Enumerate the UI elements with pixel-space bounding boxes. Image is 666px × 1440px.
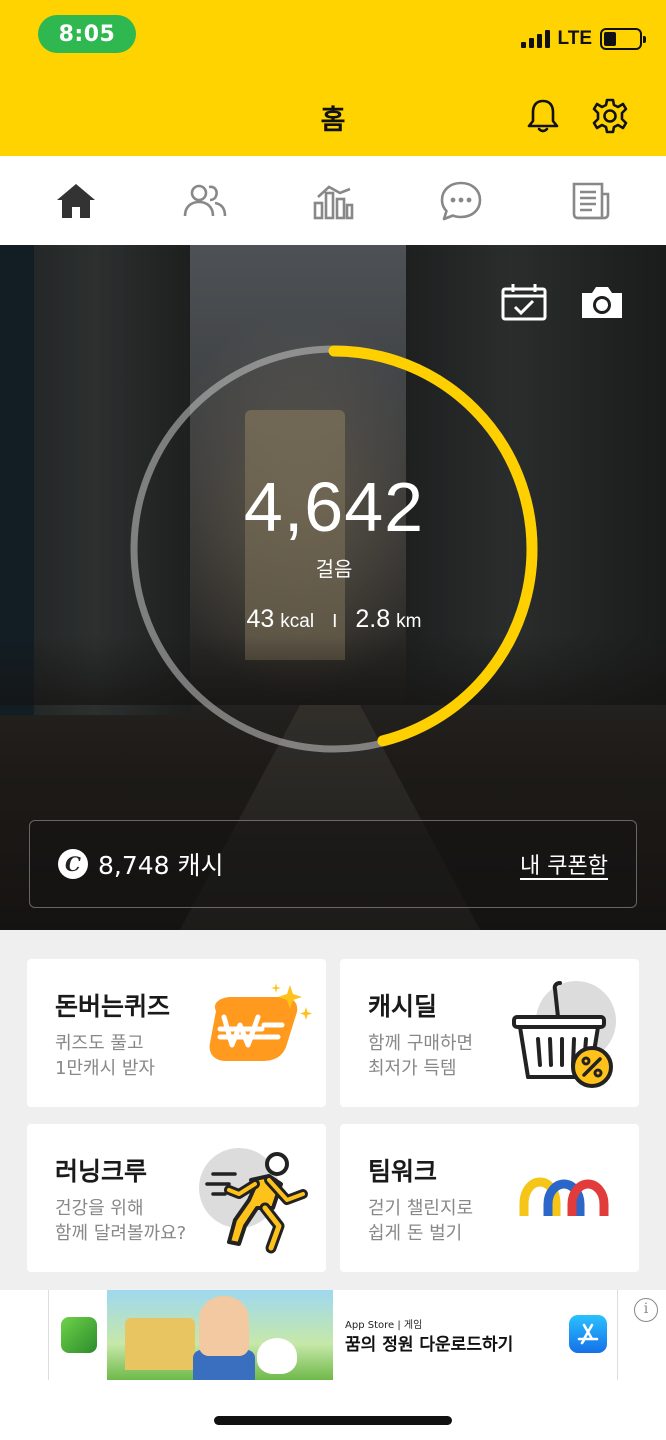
battery-icon [600,28,646,50]
ad-banner[interactable]: App Store | 게임 꿈의 정원 다운로드하기 i [0,1290,666,1380]
app-header: 8:05 LTE 홈 [0,0,666,156]
signal-icon [520,30,550,48]
card-description: 함께 구매하면 최저가 득템 [368,1033,474,1079]
ad-content[interactable]: App Store | 게임 꿈의 정원 다운로드하기 [48,1290,618,1380]
card-title: 팀워크 [368,1157,438,1186]
camera-icon[interactable] [578,282,626,322]
bottom-safe-area [0,1380,666,1440]
my-coupons-link[interactable]: 내 쿠폰함 [520,848,608,880]
activity-stats: 43 kcal I 2.8 km [128,605,540,634]
ad-game-image [107,1290,333,1380]
step-progress-ring [130,345,538,753]
kcal-unit: kcal [280,611,315,632]
card-title: 돈버는퀴즈 [55,992,171,1021]
card-money-quiz[interactable]: 돈버는퀴즈 퀴즈도 풀고 1만캐시 받자 [27,959,326,1107]
page-title: 홈 [320,105,346,136]
tab-news[interactable] [558,169,622,233]
chart-icon [313,184,354,219]
distance-value: 2.8 [355,605,391,633]
teamwork-arches-icon [519,1177,609,1216]
shopping-basket-icon [512,981,616,1088]
chat-icon [441,181,482,220]
network-label: LTE [557,28,592,49]
main-tab-bar [0,156,666,245]
cash-amount: 8,748 캐시 [98,851,224,880]
app-store-icon[interactable] [569,1315,607,1353]
status-indicators: LTE [520,28,646,50]
card-description: 걷기 챌린지로 쉽게 돈 벌기 [368,1198,474,1244]
step-counter-hero: 4,642 걸음 43 kcal I 2.8 km C 8,748 캐시 내 쿠… [0,245,666,930]
home-indicator[interactable] [214,1416,452,1425]
app-store-a-icon [577,1323,599,1345]
quiz-won-icon [209,983,312,1061]
card-description: 건강을 위해 함께 달려볼까요? [55,1198,187,1244]
card-running-crew[interactable]: 러닝크루 건강을 위해 함께 달려볼까요? [27,1124,326,1272]
ad-info-icon[interactable]: i [634,1298,658,1322]
tab-chat[interactable] [429,169,493,233]
tab-friends[interactable] [173,169,237,233]
cash-coin-icon: C [58,849,88,879]
game-app-icon [61,1317,97,1353]
status-time: 8:05 [38,15,136,53]
runner-icon [199,1148,308,1254]
card-cash-deal[interactable]: 캐시딜 함께 구매하면 최저가 득템 [340,959,639,1107]
people-icon [183,184,226,216]
ad-headline: 꿈의 정원 다운로드하기 [345,1335,514,1355]
card-title: 러닝크루 [55,1157,148,1186]
distance-unit: km [396,611,422,632]
card-title: 캐시딜 [368,992,438,1021]
kcal-value: 43 [246,605,275,633]
step-count: 4,642 [243,468,425,546]
home-icon [57,183,96,218]
calendar-check-icon[interactable] [500,282,548,322]
cash-balance-bar[interactable]: C 8,748 캐시 내 쿠폰함 [29,820,637,908]
stats-separator: I [332,611,338,632]
gear-icon[interactable] [590,96,630,136]
tab-home[interactable] [44,169,108,233]
tab-stats[interactable] [301,169,365,233]
card-teamwork[interactable]: 팀워크 걷기 챌린지로 쉽게 돈 벌기 [340,1124,639,1272]
step-label: 걸음 [315,557,353,581]
bell-icon[interactable] [523,96,563,136]
card-description: 퀴즈도 풀고 1만캐시 받자 [55,1033,155,1079]
newspaper-icon [572,182,610,219]
ad-store-line: App Store | 게임 [345,1320,423,1331]
